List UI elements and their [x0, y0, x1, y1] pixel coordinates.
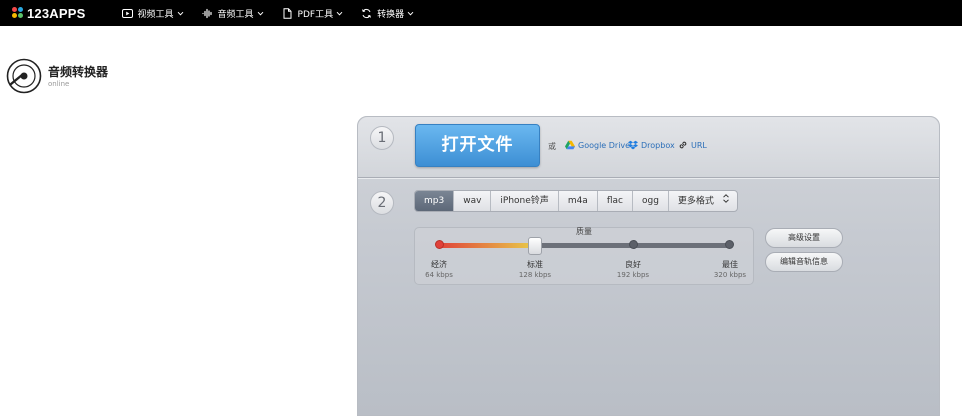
chevron-down-icon [257, 10, 264, 17]
nav-video-tools[interactable]: 视频工具 [121, 0, 184, 26]
more-formats-dropdown[interactable]: 更多格式 [669, 191, 737, 211]
document-icon [282, 7, 293, 19]
step-2-number: 2 [370, 191, 394, 215]
nav-audio-tools[interactable]: 音频工具 [201, 0, 264, 26]
advanced-settings-button[interactable]: 高级设置 [765, 228, 843, 248]
logo-dots-icon [12, 7, 24, 19]
chevron-down-icon [177, 10, 184, 17]
quality-label-best: 最佳 320 kbps [700, 260, 760, 280]
converter-panel: 1 打开文件 或 Google Drive Dropbox URL 2 mp3 … [357, 116, 940, 416]
format-tab-ogg[interactable]: ogg [633, 191, 669, 211]
play-icon [121, 8, 133, 19]
url-label: URL [691, 140, 707, 150]
google-drive-label: Google Drive [578, 140, 631, 150]
nav-converters[interactable]: 转换器 [361, 0, 414, 26]
quality-slider-handle[interactable] [528, 237, 542, 255]
nav-video-tools-label: 视频工具 [137, 9, 174, 20]
quality-bitrate: 64 kbps [425, 271, 453, 279]
quality-stop-good[interactable] [629, 240, 638, 249]
format-tab-flac[interactable]: flac [598, 191, 633, 211]
format-tab-iphone-ringtone[interactable]: iPhone铃声 [491, 191, 559, 211]
quality-name: 最佳 [722, 260, 738, 269]
quality-name: 经济 [431, 260, 447, 269]
quality-bitrate: 128 kbps [518, 271, 552, 279]
quality-stop-best[interactable] [725, 240, 734, 249]
dropbox-label: Dropbox [641, 140, 675, 150]
quality-bitrate: 320 kbps [713, 271, 747, 279]
nav-pdf-tools[interactable]: PDF工具 [282, 0, 344, 26]
logo[interactable]: 123APPS [12, 0, 86, 26]
or-label: 或 [548, 142, 556, 151]
updown-arrows-icon [722, 191, 729, 211]
nav-pdf-tools-label: PDF工具 [297, 9, 334, 20]
disc-icon [6, 58, 42, 94]
format-tabs: mp3 wav iPhone铃声 m4a flac ogg 更多格式 [414, 190, 738, 212]
convert-icon [361, 8, 372, 19]
quality-title: 质量 [576, 227, 592, 236]
quality-stop-economy[interactable] [435, 240, 444, 249]
step-1-number: 1 [370, 126, 394, 150]
url-link[interactable]: URL [678, 140, 707, 150]
chevron-down-icon [407, 10, 414, 17]
logo-text: 123APPS [27, 5, 86, 21]
quality-name: 良好 [625, 260, 641, 269]
tool-header: 音频转换器 online [6, 58, 108, 94]
link-icon [678, 140, 688, 150]
chevron-down-icon [336, 10, 343, 17]
quality-name: 标准 [527, 260, 543, 269]
open-file-button[interactable]: 打开文件 [415, 124, 540, 167]
more-formats-label: 更多格式 [677, 196, 714, 207]
quality-label-economy: 经济 64 kbps [409, 260, 469, 280]
google-drive-icon [565, 140, 575, 150]
tool-subtitle: online [48, 79, 70, 88]
edit-track-info-button[interactable]: 编辑音轨信息 [765, 252, 843, 272]
quality-track-fill [437, 243, 533, 248]
quality-track[interactable] [437, 243, 731, 248]
format-tab-m4a[interactable]: m4a [559, 191, 598, 211]
quality-slider-box: 质量 经济 64 kbps 标准 128 kbps 良好 192 kbps 最佳… [414, 227, 754, 285]
google-drive-link[interactable]: Google Drive [565, 140, 630, 150]
dropbox-link[interactable]: Dropbox [628, 140, 675, 150]
format-tab-wav[interactable]: wav [454, 191, 492, 211]
waveform-icon [201, 8, 213, 19]
dropbox-icon [628, 140, 638, 150]
format-tab-mp3[interactable]: mp3 [415, 191, 455, 211]
step-1-section: 1 打开文件 或 Google Drive Dropbox URL [358, 117, 939, 179]
nav-audio-tools-label: 音频工具 [217, 9, 254, 20]
top-nav: 123APPS 视频工具 音频工具 PDF工具 转换器 [0, 0, 962, 26]
quality-bitrate: 192 kbps [616, 271, 650, 279]
quality-label-good: 良好 192 kbps [603, 260, 663, 280]
quality-label-standard: 标准 128 kbps [505, 260, 565, 280]
tool-title: 音频转换器 [48, 64, 109, 79]
nav-converters-label: 转换器 [377, 9, 405, 20]
